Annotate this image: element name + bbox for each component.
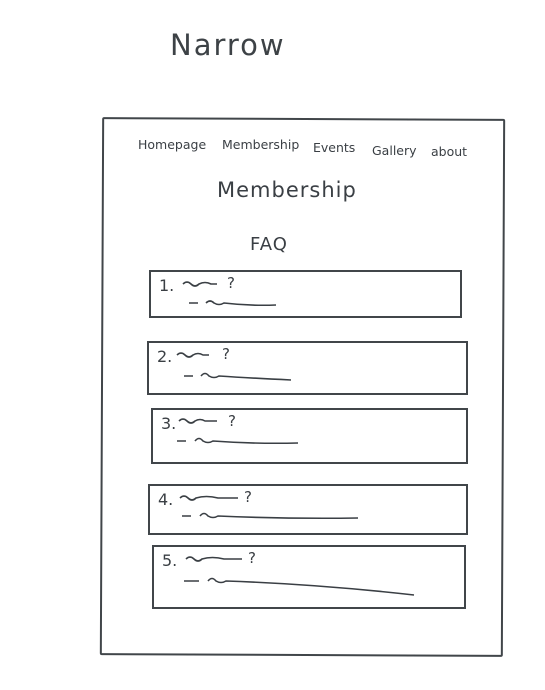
question-placeholder: ?: [184, 549, 415, 596]
nav-item-events[interactable]: Events: [313, 140, 355, 155]
svg-text:?: ?: [222, 345, 230, 363]
faq-item-1[interactable]: 1. ?: [149, 270, 462, 318]
question-placeholder: ?: [177, 412, 299, 445]
nav-item-homepage[interactable]: Homepage: [138, 137, 206, 152]
page-heading: Membership: [217, 178, 357, 202]
question-placeholder: ?: [182, 274, 277, 307]
faq-item-4[interactable]: 4. ?: [148, 484, 468, 535]
svg-text:?: ?: [227, 274, 235, 292]
svg-text:?: ?: [228, 412, 236, 430]
svg-text:?: ?: [244, 488, 252, 506]
faq-title: FAQ: [250, 234, 288, 255]
nav-item-membership[interactable]: Membership: [222, 137, 299, 152]
faq-item-3[interactable]: 3. ?: [151, 408, 468, 464]
nav-item-about[interactable]: about: [431, 144, 467, 159]
svg-text:?: ?: [248, 549, 256, 567]
question-placeholder: ?: [179, 488, 359, 520]
faq-item-5[interactable]: 5. ?: [152, 545, 466, 609]
nav-item-gallery[interactable]: Gallery: [372, 143, 417, 158]
sketch-title: Narrow: [170, 28, 286, 62]
question-placeholder: ?: [176, 345, 292, 381]
faq-item-2[interactable]: 2. ?: [147, 341, 468, 395]
